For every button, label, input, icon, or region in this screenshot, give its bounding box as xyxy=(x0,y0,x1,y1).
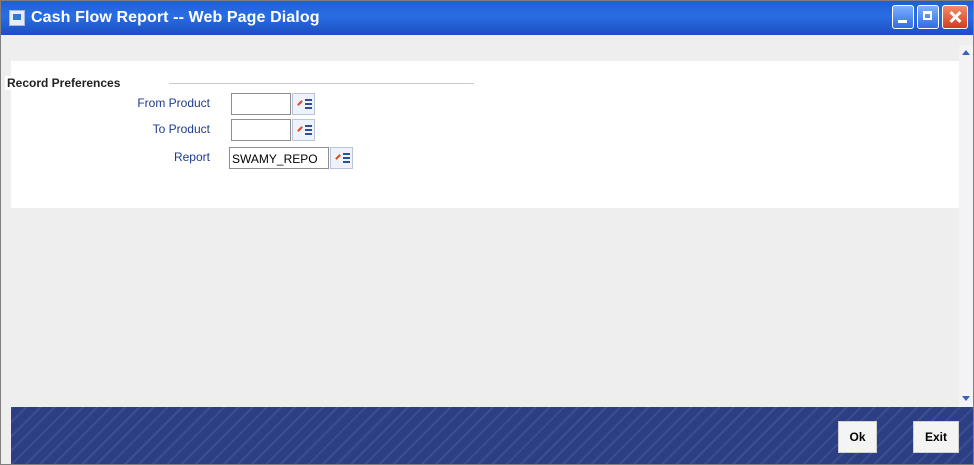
ok-button[interactable]: Ok xyxy=(838,421,877,453)
scroll-up-icon[interactable] xyxy=(959,45,973,59)
list-icon xyxy=(305,125,312,127)
to-product-input[interactable] xyxy=(231,119,291,141)
report-input[interactable]: SWAMY_REPO xyxy=(229,147,329,169)
to-product-label: To Product xyxy=(152,122,210,136)
section-legend: Record Preferences xyxy=(5,76,123,90)
dialog-window: Cash Flow Report -- Web Page Dialog Reco… xyxy=(0,0,974,465)
list-icon xyxy=(343,153,350,155)
window-title: Cash Flow Report -- Web Page Dialog xyxy=(31,9,320,26)
close-icon[interactable] xyxy=(942,5,968,29)
window-app-icon xyxy=(9,10,25,26)
title-bar[interactable]: Cash Flow Report -- Web Page Dialog xyxy=(1,1,973,35)
arrow-icon xyxy=(335,154,341,160)
footer-bar xyxy=(11,407,973,464)
from-product-label: From Product xyxy=(137,96,210,110)
report-label: Report xyxy=(173,150,210,164)
to-product-lov-button[interactable] xyxy=(292,119,315,141)
from-product-lov-button[interactable] xyxy=(292,93,315,115)
from-product-input[interactable] xyxy=(231,93,291,115)
legend-divider-right xyxy=(169,83,474,84)
arrow-icon xyxy=(297,126,303,132)
exit-button[interactable]: Exit xyxy=(913,421,959,453)
vertical-scrollbar[interactable] xyxy=(959,45,973,407)
maximize-icon[interactable] xyxy=(917,5,939,29)
list-icon xyxy=(305,99,312,101)
report-lov-button[interactable] xyxy=(330,147,353,169)
scroll-down-icon[interactable] xyxy=(959,391,973,405)
minimize-icon[interactable] xyxy=(892,5,914,29)
arrow-icon xyxy=(297,100,303,106)
